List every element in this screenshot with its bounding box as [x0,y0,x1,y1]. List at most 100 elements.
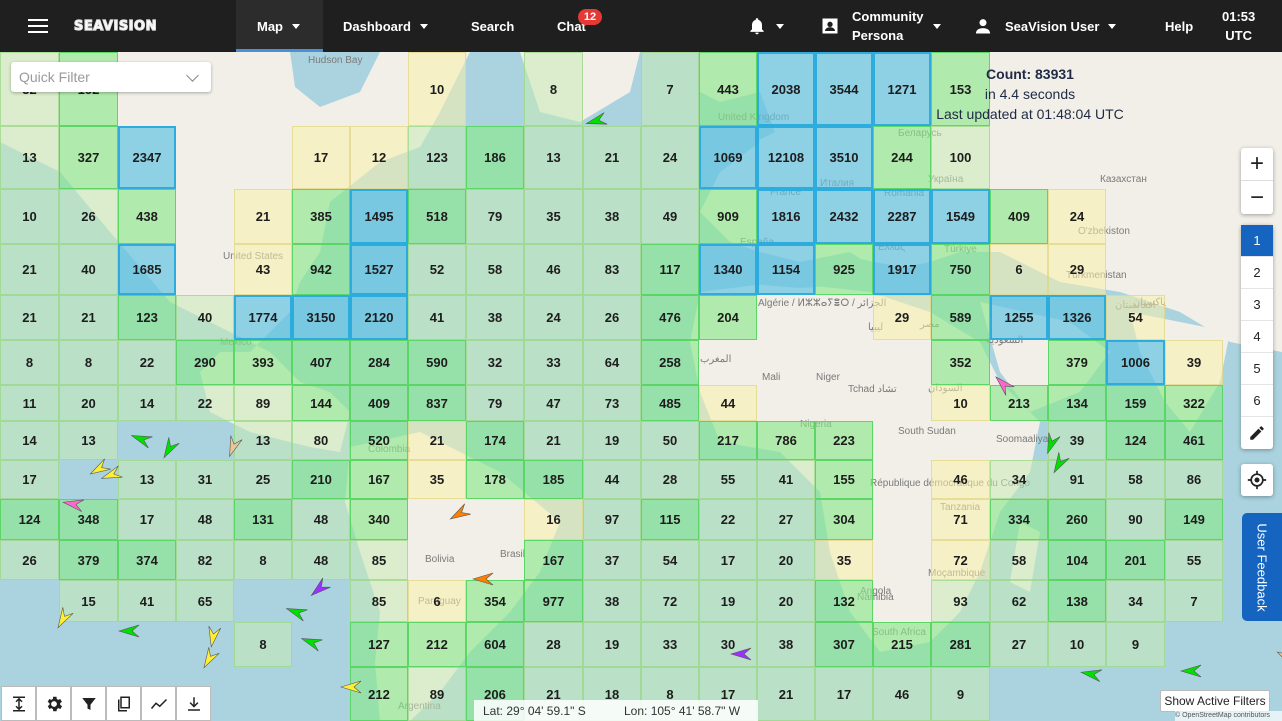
density-cell[interactable]: 132 [815,580,873,622]
density-cell[interactable]: 461 [1165,421,1223,460]
density-cell[interactable]: 100 [931,126,990,189]
density-cell[interactable]: 27 [990,622,1048,667]
nav-map[interactable]: Map [236,0,323,52]
vessel-marker[interactable] [472,572,494,586]
vessel-marker[interactable] [118,624,140,638]
density-cell[interactable]: 1340 [699,244,757,295]
density-cell[interactable]: 159 [1106,385,1165,421]
density-cell[interactable]: 307 [815,622,873,667]
density-cell[interactable]: 2038 [757,52,815,126]
density-cell[interactable]: 124 [0,499,59,540]
density-cell[interactable]: 49 [641,189,699,244]
persona-menu[interactable]: Community Persona [820,0,941,52]
density-cell[interactable]: 24 [641,126,699,189]
density-cell[interactable]: 1154 [757,244,815,295]
density-cell[interactable]: 72 [641,580,699,622]
density-cell[interactable]: 12 [350,126,408,189]
density-cell[interactable]: 909 [699,189,757,244]
density-cell[interactable]: 2120 [350,295,408,340]
density-cell[interactable]: 12108 [757,126,815,189]
density-cell[interactable]: 17 [815,667,873,721]
locate-button[interactable] [1241,464,1273,496]
density-cell[interactable]: 37 [583,540,641,580]
density-cell[interactable]: 304 [815,499,873,540]
density-cell[interactable]: 354 [466,580,524,622]
density-cell[interactable]: 28 [524,622,583,667]
density-cell[interactable]: 44 [699,385,757,421]
density-cell[interactable]: 281 [931,622,990,667]
density-cell[interactable]: 21 [524,421,583,460]
density-cell[interactable]: 104 [1048,540,1106,580]
density-cell[interactable]: 178 [466,460,524,499]
level-1-button[interactable]: 1 [1241,225,1273,257]
track-button[interactable] [141,686,176,721]
density-cell[interactable]: 89 [408,667,466,721]
zoom-in-button[interactable]: + [1241,148,1273,181]
density-cell[interactable]: 217 [699,421,757,460]
density-cell[interactable]: 10 [408,52,466,126]
density-cell[interactable]: 21 [59,295,118,340]
density-cell[interactable]: 144 [292,385,350,421]
density-cell[interactable]: 19 [699,580,757,622]
density-cell[interactable]: 11 [0,385,59,421]
density-cell[interactable]: 977 [524,580,583,622]
density-cell[interactable]: 438 [118,189,176,244]
density-cell[interactable]: 123 [118,295,176,340]
density-cell[interactable]: 19 [583,421,641,460]
density-cell[interactable]: 21 [234,189,292,244]
density-cell[interactable]: 7 [1165,580,1223,622]
density-cell[interactable]: 117 [641,244,699,295]
density-cell[interactable]: 83 [583,244,641,295]
density-cell[interactable]: 73 [583,385,641,421]
density-cell[interactable]: 21 [757,667,815,721]
density-cell[interactable]: 43 [234,244,292,295]
density-cell[interactable]: 322 [1165,385,1223,421]
settings-button[interactable] [36,686,71,721]
density-cell[interactable]: 13 [524,126,583,189]
density-cell[interactable]: 3544 [815,52,873,126]
density-cell[interactable]: 10 [0,189,59,244]
density-cell[interactable]: 22 [699,499,757,540]
density-cell[interactable]: 1495 [350,189,408,244]
density-cell[interactable]: 65 [176,580,234,622]
density-cell[interactable]: 41 [757,460,815,499]
vessel-marker[interactable] [1180,664,1202,678]
zoom-out-button[interactable]: − [1241,181,1273,214]
density-cell[interactable]: 20 [757,580,815,622]
density-cell[interactable]: 35 [408,460,466,499]
density-cell[interactable]: 1774 [234,295,292,340]
density-cell[interactable]: 41 [118,580,176,622]
density-cell[interactable]: 44 [583,460,641,499]
density-cell[interactable]: 127 [350,622,408,667]
density-cell[interactable]: 223 [815,421,873,460]
density-cell[interactable]: 260 [1048,499,1106,540]
density-cell[interactable]: 1006 [1106,340,1165,385]
density-cell[interactable]: 54 [1106,295,1165,340]
user-feedback-tab[interactable]: User Feedback [1242,513,1282,621]
density-cell[interactable]: 138 [1048,580,1106,622]
expand-button[interactable] [1,686,36,721]
density-cell[interactable]: 2432 [815,189,873,244]
density-cell[interactable]: 3150 [292,295,350,340]
density-cell[interactable]: 34 [990,460,1048,499]
density-cell[interactable]: 124 [1106,421,1165,460]
density-cell[interactable]: 90 [1106,499,1165,540]
density-cell[interactable]: 134 [1048,385,1106,421]
density-cell[interactable]: 131 [234,499,292,540]
density-cell[interactable]: 31 [176,460,234,499]
density-cell[interactable]: 85 [350,540,408,580]
density-cell[interactable]: 210 [292,460,350,499]
density-cell[interactable]: 1549 [931,189,990,244]
density-cell[interactable]: 212 [350,667,408,721]
density-cell[interactable]: 149 [1165,499,1223,540]
density-cell[interactable]: 38 [583,580,641,622]
level-5-button[interactable]: 5 [1241,353,1273,385]
density-cell[interactable]: 58 [990,540,1048,580]
density-cell[interactable]: 29 [873,295,931,340]
density-cell[interactable]: 25 [234,460,292,499]
density-cell[interactable]: 46 [931,460,990,499]
density-cell[interactable]: 38 [583,189,641,244]
density-cell[interactable]: 22 [176,385,234,421]
density-cell[interactable]: 1326 [1048,295,1106,340]
density-cell[interactable]: 14 [0,421,59,460]
